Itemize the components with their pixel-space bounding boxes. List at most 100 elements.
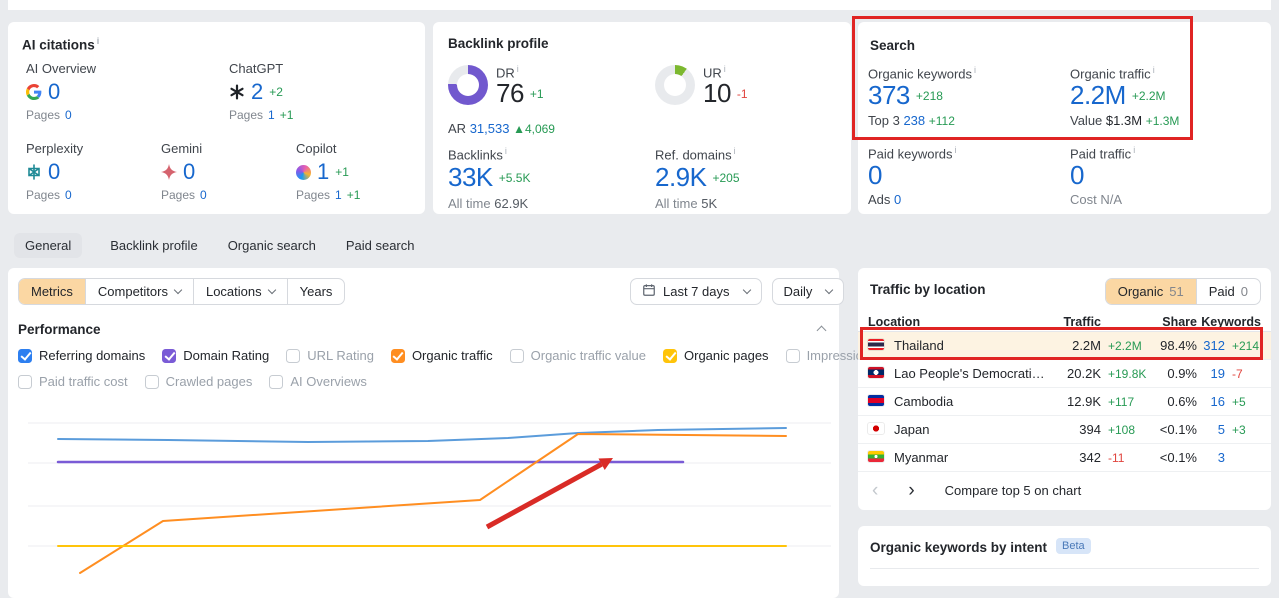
top-strip	[8, 0, 1271, 10]
ads-value[interactable]: 0	[894, 192, 901, 207]
table-row-laos[interactable]: Lao People's Democratic Reput 20.2K +19.…	[858, 360, 1271, 388]
metric-value[interactable]: 0	[48, 79, 60, 105]
checkbox-domain-rating[interactable]: Domain Rating	[162, 348, 269, 363]
info-icon[interactable]: i	[734, 146, 736, 156]
info-icon[interactable]: i	[724, 64, 726, 74]
pages-value[interactable]: 0	[65, 188, 72, 202]
chevron-down-icon	[742, 285, 751, 295]
ref-domains-value[interactable]: 2.9K	[655, 162, 707, 193]
checkbox-organic-traffic[interactable]: Organic traffic	[390, 348, 493, 363]
japan-flag	[867, 422, 885, 435]
chevron-down-icon	[173, 285, 183, 295]
chatgpt-icon	[229, 84, 245, 100]
laos-flag	[867, 366, 885, 379]
calendar-icon	[642, 283, 656, 300]
checkbox-referring-domains[interactable]: Referring domains	[18, 348, 145, 363]
organic-keywords-value[interactable]: 373	[868, 80, 910, 111]
ref-domains-label: Ref. domains i	[655, 146, 736, 163]
paid-traffic-value[interactable]: 0	[1070, 160, 1084, 191]
pages-label: Pages	[296, 188, 331, 202]
granularity-button[interactable]: Daily	[771, 278, 845, 305]
top3-row: Top 3 238 +112	[868, 113, 955, 128]
top3-value[interactable]: 238	[903, 113, 925, 128]
metric-value[interactable]: 0	[48, 159, 60, 185]
dr-donut	[448, 65, 488, 105]
traffic-by-location-panel: Traffic by location Organic 51 Paid 0 Loca…	[858, 268, 1271, 510]
pages-value[interactable]: 1	[268, 108, 275, 122]
metric-label: AI Overview	[26, 61, 97, 76]
ai-citations-title: AI citations i	[22, 36, 100, 53]
tab-general[interactable]: General	[14, 233, 83, 258]
pages-value[interactable]: 0	[200, 188, 207, 202]
organic-traffic-value[interactable]: 2.2M	[1070, 80, 1126, 111]
divider	[870, 568, 1259, 569]
cambodia-flag	[867, 394, 885, 407]
tab-backlink-profile[interactable]: Backlink profile	[108, 233, 199, 258]
copilot-icon	[296, 164, 311, 180]
backlinks-alltime: All time 62.9K	[448, 196, 529, 211]
chatgpt-metric: ChatGPT 2 +2 Pages 1 +1	[229, 61, 364, 122]
info-icon[interactable]: i	[517, 64, 519, 74]
performance-panel: Metrics Competitors Locations Years Last…	[8, 268, 976, 598]
next-page-icon[interactable]: ›	[908, 481, 914, 500]
prev-page-icon[interactable]: ‹	[872, 481, 878, 500]
location-table: Location Traffic Share Keywords Thailand…	[858, 312, 1271, 472]
info-icon[interactable]: i	[955, 145, 957, 155]
info-icon[interactable]: i	[505, 146, 507, 156]
metric-label: ChatGPT	[229, 61, 284, 76]
competitors-filter-button[interactable]: Competitors	[86, 279, 194, 304]
paid-traffic-label: Paid traffic i	[1070, 145, 1136, 162]
backlink-profile-card: Backlink profile DR i 76 +1 AR 31,533 ▲4,0…	[433, 22, 851, 214]
years-filter-button[interactable]: Years	[288, 279, 345, 304]
table-row-thailand[interactable]: Thailand 2.2M +2.2M 98.4% 312 +214	[858, 332, 1271, 360]
date-controls: Last 7 days Daily	[630, 278, 872, 305]
ar-value[interactable]: 31,533	[470, 121, 510, 136]
checkbox-paid-traffic-cost[interactable]: Paid traffic cost	[18, 374, 128, 389]
tab-paid-search[interactable]: Paid search	[344, 233, 417, 258]
table-row-myanmar[interactable]: Myanmar 342 -11 <0.1% 3	[858, 444, 1271, 472]
pages-label: Pages	[229, 108, 264, 122]
backlinks-value[interactable]: 33K	[448, 162, 493, 193]
organic-traffic-label: Organic traffic i	[1070, 65, 1155, 82]
pages-value[interactable]: 1	[335, 188, 342, 202]
ahrefs-rank-row: AR 31,533 ▲4,069	[448, 121, 555, 136]
dr-value: 76	[496, 78, 524, 108]
info-icon[interactable]: i	[1133, 145, 1135, 155]
info-icon[interactable]: i	[974, 65, 976, 75]
metric-value[interactable]: 1	[317, 159, 329, 185]
checkbox-ai-overviews[interactable]: AI Overviews	[269, 374, 367, 389]
backlink-profile-title: Backlink profile	[448, 36, 549, 51]
keywords-by-intent-card: Organic keywords by intent Beta	[858, 526, 1271, 586]
paid-toggle-button[interactable]: Paid 0	[1197, 279, 1260, 304]
tab-organic-search[interactable]: Organic search	[226, 233, 318, 258]
myanmar-flag	[867, 450, 885, 463]
info-icon[interactable]: i	[1153, 65, 1155, 75]
metric-label: Gemini	[161, 141, 203, 156]
metric-value[interactable]: 0	[183, 159, 195, 185]
ur-change: -1	[736, 86, 748, 101]
locations-filter-button[interactable]: Locations	[194, 279, 288, 304]
pages-label: Pages	[26, 108, 61, 122]
table-header: Location Traffic Share Keywords	[858, 312, 1271, 332]
table-row-cambodia[interactable]: Cambodia 12.9K +117 0.6% 16 +5	[858, 388, 1271, 416]
checkbox-organic-traffic-value[interactable]: Organic traffic value	[509, 348, 646, 363]
metric-label: Perplexity	[26, 141, 84, 156]
compare-top5-link[interactable]: Compare top 5 on chart	[945, 483, 1082, 498]
filter-segmented-control: Metrics Competitors Locations Years	[18, 278, 346, 305]
traffic-value-row: Value $1.3M +1.3M	[1070, 113, 1180, 128]
metrics-filter-button[interactable]: Metrics	[19, 279, 86, 304]
info-icon[interactable]: i	[97, 36, 100, 46]
metric-checkbox-row: Referring domains Domain Rating URL Rati…	[18, 348, 976, 363]
checkbox-organic-pages[interactable]: Organic pages	[663, 348, 769, 363]
pages-value[interactable]: 0	[65, 108, 72, 122]
table-row-japan[interactable]: Japan 394 +108 <0.1% 5 +3	[858, 416, 1271, 444]
collapse-chevron-icon[interactable]	[816, 325, 827, 336]
organic-toggle-button[interactable]: Organic 51	[1105, 279, 1197, 304]
date-range-button[interactable]: Last 7 days	[630, 278, 762, 305]
metric-value[interactable]: 2	[251, 79, 263, 105]
paid-keywords-value[interactable]: 0	[868, 160, 882, 191]
checkbox-crawled-pages[interactable]: Crawled pages	[144, 374, 252, 389]
organic-keywords-label: Organic keywords i	[868, 65, 977, 82]
checkbox-url-rating[interactable]: URL Rating	[286, 348, 374, 363]
organic-keywords-change: +218	[915, 88, 943, 103]
